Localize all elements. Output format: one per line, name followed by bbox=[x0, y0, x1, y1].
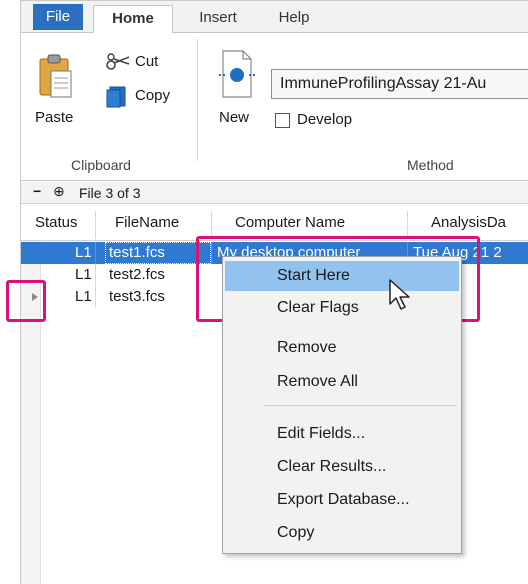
ribbon-panel: Paste Cut Copy Clipboard New ImmuneProfi… bbox=[21, 33, 528, 181]
cut-label: Cut bbox=[135, 53, 159, 70]
tab-home[interactable]: Home bbox=[93, 5, 173, 34]
collapse-icon[interactable]: − bbox=[33, 183, 41, 199]
column-header-computer-name[interactable]: Computer Name bbox=[235, 214, 345, 231]
ribbon-tab-bar: File Home Insert Help bbox=[21, 1, 528, 34]
new-label: New bbox=[219, 109, 250, 126]
cell-divider bbox=[95, 264, 96, 286]
menu-item-copy[interactable]: Copy bbox=[225, 518, 459, 548]
copy-icon bbox=[106, 86, 126, 108]
paste-icon bbox=[39, 54, 72, 98]
column-header-status[interactable]: Status bbox=[35, 214, 78, 231]
column-header-filename[interactable]: FileName bbox=[115, 214, 179, 231]
highlight-row-indicator bbox=[6, 280, 46, 322]
row-filename[interactable]: test1.fcs bbox=[109, 244, 165, 261]
column-header-analysis-date[interactable]: AnalysisDa bbox=[431, 214, 506, 231]
tab-insert[interactable]: Insert bbox=[183, 5, 253, 33]
row-filename[interactable]: test3.fcs bbox=[109, 288, 165, 305]
file-navigation-bar: − ⊕ File 3 of 3 bbox=[21, 182, 528, 204]
menu-separator bbox=[263, 405, 457, 406]
paste-button[interactable]: Paste bbox=[33, 49, 87, 133]
row-status: L1 bbox=[75, 266, 92, 283]
column-divider[interactable] bbox=[95, 211, 96, 239]
menu-item-remove-all[interactable]: Remove All bbox=[225, 367, 459, 397]
menu-item-edit-fields[interactable]: Edit Fields... bbox=[225, 419, 459, 449]
file-counter: File 3 of 3 bbox=[79, 185, 141, 201]
develop-label: Develop bbox=[297, 111, 353, 128]
row-filename[interactable]: test2.fcs bbox=[109, 266, 165, 283]
row-status: L1 bbox=[75, 244, 92, 261]
menu-item-clear-flags[interactable]: Clear Flags bbox=[225, 293, 459, 323]
copy-label: Copy bbox=[135, 87, 171, 104]
method-name-field[interactable]: ImmuneProfilingAssay 21-Au bbox=[271, 69, 528, 99]
menu-item-clear-results[interactable]: Clear Results... bbox=[225, 452, 459, 482]
new-document-icon bbox=[219, 50, 255, 98]
column-divider[interactable] bbox=[211, 211, 212, 239]
mouse-pointer-icon bbox=[389, 279, 410, 310]
paste-label: Paste bbox=[35, 109, 74, 126]
cell-divider bbox=[95, 286, 96, 308]
scissors-icon bbox=[106, 53, 130, 70]
row-status: L1 bbox=[75, 288, 92, 305]
column-divider[interactable] bbox=[407, 211, 408, 239]
method-group-label: Method bbox=[407, 157, 454, 173]
cell-divider bbox=[95, 242, 96, 264]
menu-item-start-here[interactable]: Start Here bbox=[225, 261, 459, 291]
develop-checkbox[interactable] bbox=[275, 113, 290, 128]
tab-file[interactable]: File bbox=[33, 4, 83, 30]
pin-icon[interactable]: ⊕ bbox=[53, 183, 65, 200]
tab-help[interactable]: Help bbox=[269, 5, 319, 33]
new-method-button[interactable]: New bbox=[211, 49, 261, 133]
menu-item-remove[interactable]: Remove bbox=[225, 333, 459, 363]
clipboard-group-label: Clipboard bbox=[71, 157, 131, 173]
menu-item-export-database[interactable]: Export Database... bbox=[225, 485, 459, 515]
group-separator bbox=[197, 39, 198, 161]
context-menu: Start Here Clear Flags Remove Remove All… bbox=[222, 256, 462, 554]
